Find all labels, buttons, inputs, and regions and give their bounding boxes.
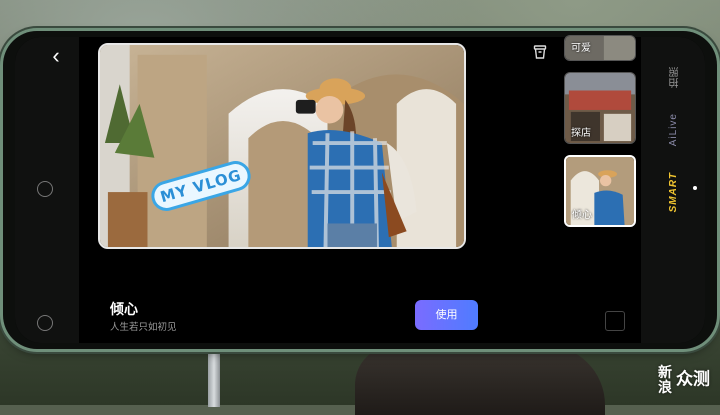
watermark-small: 新浪 (658, 364, 672, 395)
mode-photo[interactable]: 拍照 (668, 66, 683, 88)
mode-ailive[interactable]: AiLive (668, 113, 679, 146)
mode-smart[interactable]: SMART (668, 172, 679, 212)
template-thumb-shop[interactable]: 探店 (564, 72, 636, 144)
use-button[interactable]: 使用 (415, 300, 478, 330)
template-thumb-label: 探店 (571, 128, 591, 139)
back-button[interactable]: ‹ (45, 43, 67, 69)
watermark-big: 众测 (676, 369, 710, 389)
video-preview[interactable] (98, 43, 466, 249)
preview-photo (100, 45, 464, 247)
template-thumb-cute[interactable]: 可爱 (564, 35, 636, 61)
watermark: 新浪 众测 (658, 365, 710, 395)
template-thumb-label: 倾心 (572, 210, 592, 221)
tripod-stand (208, 352, 220, 407)
template-thumb-heart[interactable]: 倾心 (564, 155, 636, 227)
template-title: 倾心 (110, 301, 138, 317)
menu-dots-icon[interactable] (37, 315, 53, 331)
cup-icon[interactable] (533, 45, 547, 59)
template-thumb-label: 可爱 (571, 43, 591, 54)
face-icon[interactable] (37, 181, 53, 197)
mode-indicator-dot (693, 186, 697, 190)
template-subtitle: 人生若只如初见 (110, 322, 177, 333)
gallery-icon[interactable] (605, 311, 625, 331)
